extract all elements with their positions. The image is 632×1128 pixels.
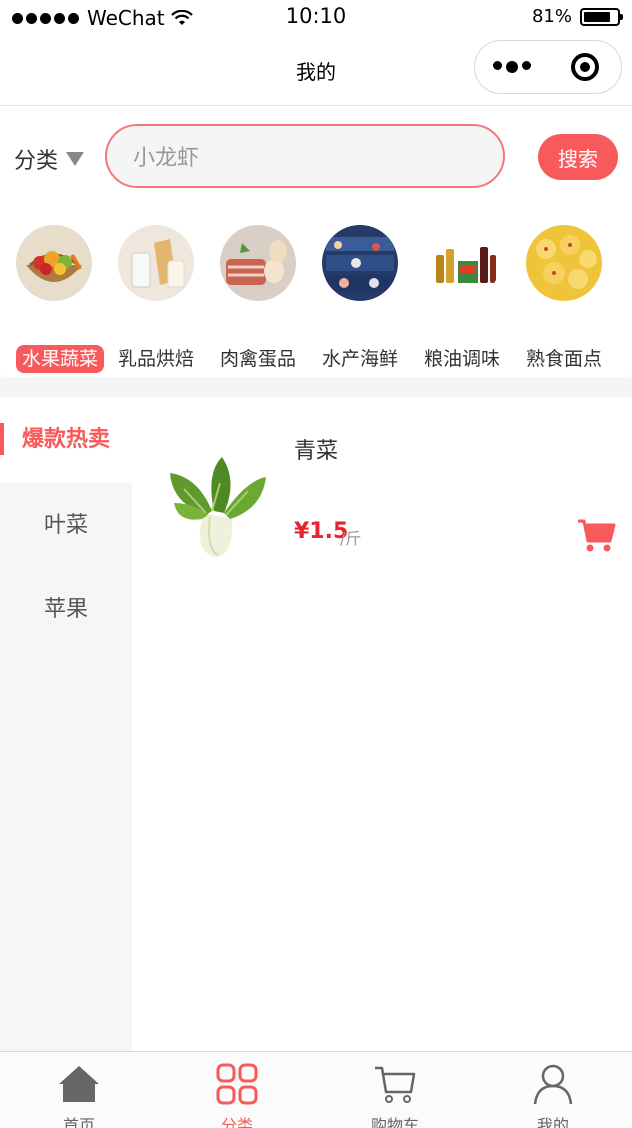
subcategory-sidebar: 爆款热卖 叶菜 苹果 (0, 397, 132, 1051)
battery-percent: 81% (531, 6, 572, 27)
tab-bar: 首页 分类 购物车 我的 (0, 1051, 632, 1128)
search-row: 分类 小龙虾 搜索 (0, 107, 632, 207)
tab-profile[interactable]: 我的 (474, 1052, 632, 1128)
cart-icon (375, 1066, 416, 1103)
product-unit: /斤 (340, 529, 362, 548)
category-label: 粮油调味 (423, 348, 500, 370)
navigation-bar: 我的 (0, 36, 632, 106)
category-label: 水果蔬菜 (16, 345, 104, 373)
category-item-dairy-bakery[interactable]: 乳品烘焙 (106, 225, 206, 375)
product-card[interactable]: 青菜 ¥1.5 /斤 (132, 397, 632, 577)
category-label: 水产海鲜 (321, 348, 398, 370)
sidebar-item-apples[interactable]: 苹果 (0, 567, 132, 653)
dropdown-arrow-icon (66, 152, 85, 166)
sidebar-item-hot-sale[interactable]: 爆款热卖 (0, 397, 132, 483)
category-dropdown[interactable]: 分类 (14, 143, 85, 175)
category-label: 乳品烘焙 (117, 348, 194, 370)
tab-cart[interactable]: 购物车 (316, 1052, 474, 1128)
category-item-seafood[interactable]: 水产海鲜 (310, 225, 410, 375)
battery-info: 81% (531, 6, 623, 27)
mini-program-capsule (474, 40, 622, 94)
more-menu-icon[interactable] (475, 61, 548, 73)
oil-seasoning-icon (424, 225, 500, 301)
category-item-deli-pastry[interactable]: 熟食面点 (514, 225, 614, 375)
tab-home[interactable]: 首页 (0, 1052, 158, 1128)
tab-label: 购物车 (370, 1116, 419, 1128)
category-item-meat-eggs[interactable]: 肉禽蛋品 (208, 225, 308, 375)
search-input[interactable]: 小龙虾 (105, 124, 505, 188)
category-label: 熟食面点 (525, 348, 602, 370)
tab-label: 首页 (62, 1116, 95, 1128)
search-button[interactable]: 搜索 (538, 134, 618, 180)
product-name: 青菜 (294, 439, 339, 464)
battery-icon (580, 7, 623, 26)
sidebar-item-leafy-greens[interactable]: 叶菜 (0, 483, 132, 569)
tab-category[interactable]: 分类 (158, 1052, 316, 1128)
category-grid-icon (216, 1063, 258, 1105)
add-to-cart-icon[interactable] (576, 515, 616, 555)
tab-label: 我的 (536, 1116, 569, 1128)
close-mini-program-icon[interactable] (548, 53, 621, 81)
tab-label: 分类 (220, 1116, 253, 1128)
battery-fill (584, 11, 610, 22)
section-divider (0, 377, 632, 397)
category-label: 肉禽蛋品 (219, 348, 296, 370)
category-row: 水果蔬菜 乳品烘焙 肉禽蛋品 水产海鲜 粮油调味 熟食面点 (0, 207, 632, 377)
user-icon (533, 1064, 573, 1105)
meat-eggs-icon (220, 225, 296, 301)
category-item-fruit-veg[interactable]: 水果蔬菜 (4, 225, 104, 375)
status-bar: WeChat 10:10 81% (0, 0, 632, 36)
dim-sum-icon (526, 225, 602, 301)
category-item-grain-oil[interactable]: 粮油调味 (412, 225, 512, 375)
fruit-basket-icon (16, 225, 92, 301)
category-dropdown-label: 分类 (14, 149, 59, 174)
bok-choy-icon (170, 457, 266, 557)
seafood-icon (322, 225, 398, 301)
search-placeholder: 小龙虾 (133, 146, 200, 171)
home-icon (59, 1066, 99, 1102)
dairy-bread-icon (118, 225, 194, 301)
